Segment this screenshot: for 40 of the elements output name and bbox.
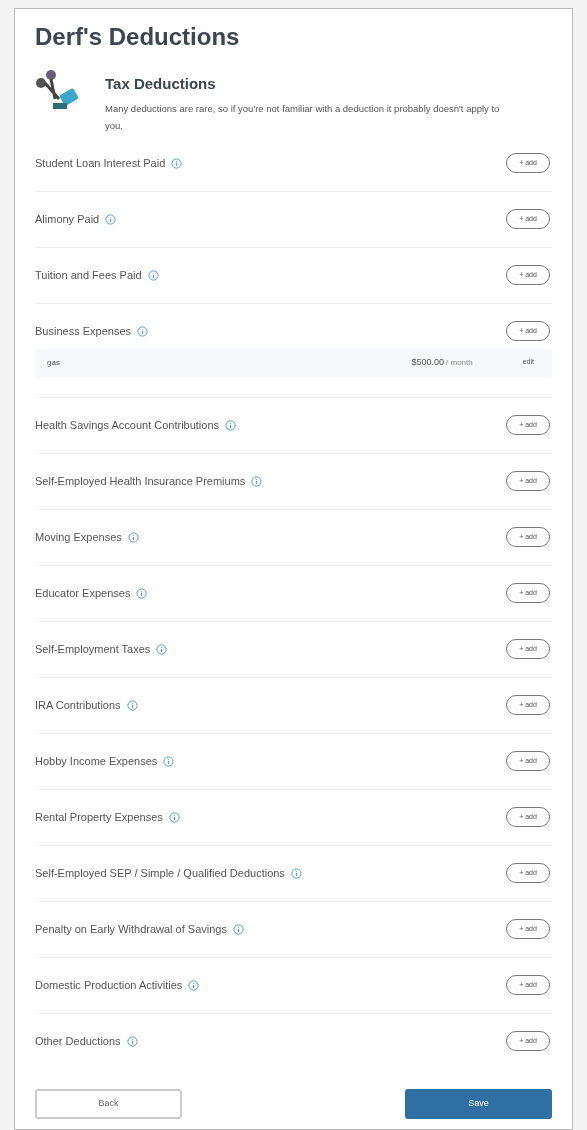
section-title: Tax Deductions (105, 74, 217, 94)
deduction-label: Domestic Production Activities (35, 977, 183, 993)
info-icon[interactable] (171, 157, 183, 169)
section-description: Many deductions are rare, so if you're not familiar with a deduction it probably doesn't apply to you. (105, 101, 501, 133)
deduction-label: Business Expenses (35, 323, 131, 339)
info-icon[interactable] (147, 269, 159, 281)
deduction-label: Alimony Paid (35, 211, 100, 227)
info-icon[interactable] (137, 325, 148, 337)
info-icon[interactable] (188, 979, 200, 991)
deduction-label: Moving Expenses (35, 529, 122, 545)
info-icon[interactable] (163, 755, 175, 767)
info-icon[interactable] (251, 475, 263, 487)
entry-amount: $500.00 (411, 355, 444, 369)
deduction-label: Self-Employment Taxes (35, 641, 151, 657)
deduction-label: Tuition and Fees Paid (35, 267, 142, 283)
save-button[interactable]: Save (405, 1088, 552, 1119)
entry-name: gas (47, 356, 61, 369)
deduction-label: Penalty on Early Withdrawal of Savings (35, 921, 227, 937)
deduction-label: Other Deductions (35, 1033, 121, 1049)
info-icon[interactable] (168, 811, 180, 823)
deduction-label: IRA Contributions (35, 697, 121, 713)
info-icon[interactable] (136, 587, 148, 599)
info-icon[interactable] (290, 867, 302, 879)
deduction-label: Rental Property Expenses (35, 809, 163, 825)
back-button[interactable]: Back (35, 1088, 182, 1119)
entry-period: / month (446, 356, 473, 369)
info-icon[interactable] (225, 419, 237, 431)
info-icon[interactable] (156, 643, 168, 655)
deduction-label: Health Savings Account Contributions (35, 417, 220, 433)
info-icon[interactable] (126, 699, 138, 711)
info-icon[interactable] (127, 531, 139, 543)
page-title: Derf's Deductions (35, 22, 241, 52)
info-icon[interactable] (233, 923, 244, 935)
deduction-label: Hobby Income Expenses (35, 753, 158, 769)
deduction-label: Self-Employed SEP / Simple / Qualified Deductions (35, 865, 285, 881)
deduction-label: Educator Expenses (35, 585, 131, 601)
deduction-label: Self-Employed Health Insurance Premiums (35, 473, 246, 489)
info-icon[interactable] (105, 213, 117, 225)
deduction-label: Student Loan Interest Paid (35, 155, 166, 171)
info-icon[interactable] (126, 1035, 138, 1047)
